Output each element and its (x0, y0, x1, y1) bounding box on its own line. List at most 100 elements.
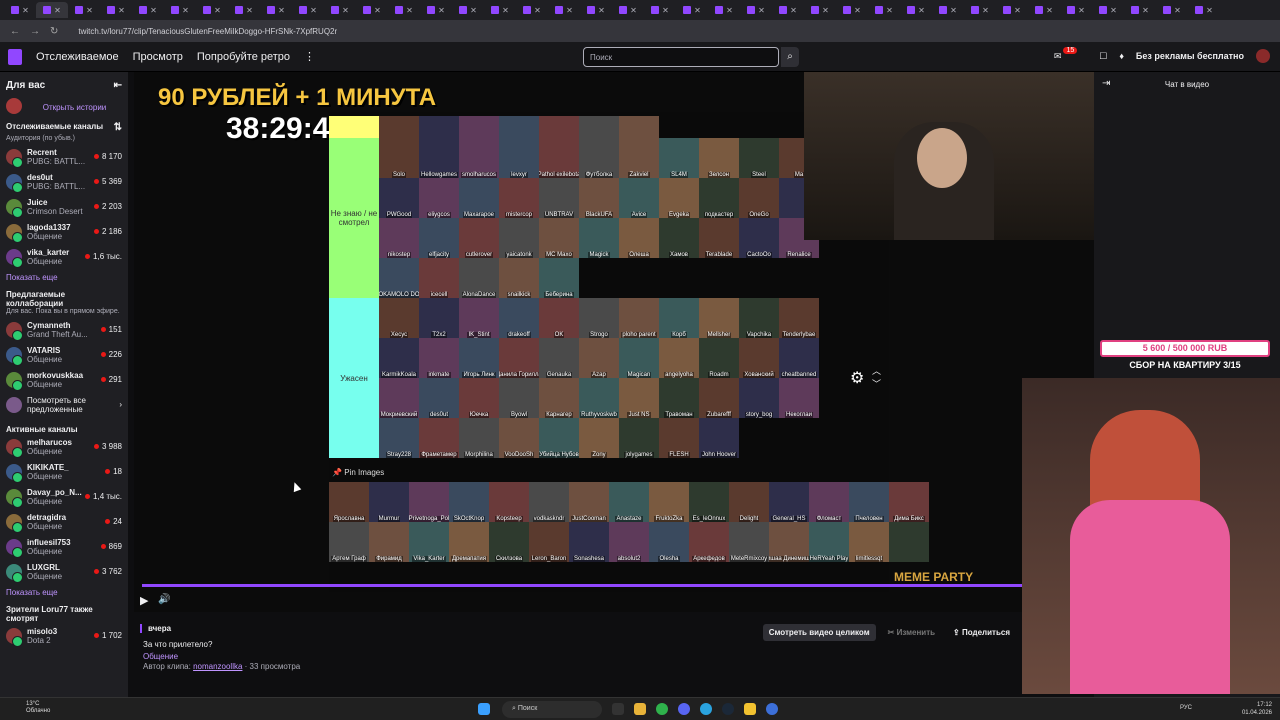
close-tab-icon[interactable]: ✕ (470, 6, 477, 15)
close-tab-icon[interactable]: ✕ (86, 6, 93, 15)
close-tab-icon[interactable]: ✕ (1174, 6, 1181, 15)
sidebar-channel-item[interactable]: detragidra Общение 24 (0, 509, 128, 534)
sidebar-channel-item[interactable]: influesil753 Общение 869 (0, 534, 128, 559)
browser-tab[interactable]: ✕ (260, 2, 292, 18)
browser-tab[interactable]: ✕ (932, 2, 964, 18)
whispers-icon[interactable]: ☐ (1099, 51, 1107, 62)
discord-icon[interactable] (678, 703, 690, 715)
close-tab-icon[interactable]: ✕ (982, 6, 989, 15)
video-player[interactable]: 90 РУБЛЕЙ + 1 МИНУТА 38:29:42 RAMZESБрав… (134, 72, 1094, 612)
more-menu-icon[interactable]: ⋮ (304, 50, 315, 63)
browser-tab[interactable]: ✕ (292, 2, 324, 18)
close-tab-icon[interactable]: ✕ (246, 6, 253, 15)
folder-icon[interactable] (634, 703, 646, 715)
close-tab-icon[interactable]: ✕ (1206, 6, 1213, 15)
close-tab-icon[interactable]: ✕ (790, 6, 797, 15)
sidebar-channel-item[interactable]: LUXGRL Общение 3 762 (0, 559, 128, 584)
steam-icon[interactable] (722, 703, 734, 715)
sidebar-channel-item[interactable]: misolo3 Dota 2 1 702 (0, 623, 128, 648)
close-tab-icon[interactable]: ✕ (278, 6, 285, 15)
close-tab-icon[interactable]: ✕ (1110, 6, 1117, 15)
nav-following[interactable]: Отслеживаемое (36, 51, 119, 63)
sidebar-channel-item[interactable]: Cymanneth Grand Theft Au... 151 (0, 317, 128, 342)
sort-icon[interactable]: ⇅ (114, 122, 122, 133)
browser-tab[interactable]: ✕ (324, 2, 356, 18)
browser-tab[interactable]: ✕ (868, 2, 900, 18)
browser-tab[interactable]: ✕ (36, 2, 68, 18)
back-icon[interactable]: ← (10, 26, 20, 37)
chevron-down-icon[interactable]: ﹀ (872, 377, 881, 390)
close-tab-icon[interactable]: ✕ (502, 6, 509, 15)
browser-tab[interactable]: ✕ (612, 2, 644, 18)
close-tab-icon[interactable]: ✕ (662, 6, 669, 15)
browser-tab[interactable]: ✕ (452, 2, 484, 18)
weather-widget[interactable]: 13°C Облачно (26, 701, 50, 715)
close-tab-icon[interactable]: ✕ (854, 6, 861, 15)
forward-icon[interactable]: → (30, 26, 40, 37)
search-button[interactable]: ⌕ (781, 47, 799, 67)
sidebar-channel-item[interactable]: des0ut PUBG: BATTL... 5 369 (0, 169, 128, 194)
watch-full-video-button[interactable]: Смотреть видео целиком (762, 624, 876, 641)
browser-tab[interactable]: ✕ (900, 2, 932, 18)
browser-tab[interactable]: ✕ (772, 2, 804, 18)
browser-tab[interactable]: ✕ (228, 2, 260, 18)
browser-tab[interactable]: ✕ (804, 2, 836, 18)
browser-tab[interactable]: ✕ (484, 2, 516, 18)
clip-category[interactable]: Общение (143, 652, 178, 661)
collapse-chat-icon[interactable]: ⇥ (1102, 78, 1110, 89)
browser-tab[interactable]: ✕ (1156, 2, 1188, 18)
browser-tab[interactable]: ✕ (132, 2, 164, 18)
messenger-icon[interactable] (766, 703, 778, 715)
browser-tab[interactable]: ✕ (1188, 2, 1220, 18)
close-tab-icon[interactable]: ✕ (726, 6, 733, 15)
search-input[interactable]: Поиск (583, 47, 779, 67)
browser-tab[interactable]: ✕ (1092, 2, 1124, 18)
open-history-link[interactable]: Открыть истории (43, 103, 107, 112)
nav-try-retro[interactable]: Попробуйте ретро (197, 51, 290, 63)
browser-tab[interactable]: ✕ (516, 2, 548, 18)
chevron-up-icon[interactable]: ︿ (872, 364, 881, 377)
gear-icon[interactable]: ⚙ (850, 368, 864, 388)
close-tab-icon[interactable]: ✕ (22, 6, 29, 15)
close-tab-icon[interactable]: ✕ (54, 6, 61, 15)
browser-tab[interactable]: ✕ (580, 2, 612, 18)
close-tab-icon[interactable]: ✕ (1014, 6, 1021, 15)
close-tab-icon[interactable]: ✕ (630, 6, 637, 15)
language-indicator[interactable]: РУС (1180, 705, 1192, 711)
see-all-suggested[interactable]: Посмотреть все предложенные › (0, 392, 128, 417)
browser-tab[interactable]: ✕ (4, 2, 36, 18)
close-tab-icon[interactable]: ✕ (758, 6, 765, 15)
show-more-link-2[interactable]: Показать еще (0, 584, 128, 601)
telegram-icon[interactable] (700, 703, 712, 715)
browser-tab[interactable]: ✕ (196, 2, 228, 18)
browser-tab[interactable]: ✕ (676, 2, 708, 18)
crown-icon[interactable]: ♦ (1119, 51, 1124, 61)
browser-tab[interactable]: ✕ (420, 2, 452, 18)
close-tab-icon[interactable]: ✕ (1078, 6, 1085, 15)
browser-tab[interactable]: ✕ (1060, 2, 1092, 18)
browser-tab[interactable]: ✕ (100, 2, 132, 18)
browser-tab[interactable]: ✕ (708, 2, 740, 18)
browser-tab[interactable]: ✕ (740, 2, 772, 18)
browser-tab[interactable]: ✕ (164, 2, 196, 18)
no-ads-button[interactable]: Без рекламы бесплатно (1136, 51, 1244, 61)
windows-start-icon[interactable] (478, 703, 490, 715)
browser-tab[interactable]: ✕ (996, 2, 1028, 18)
volume-icon[interactable]: 🔊 (158, 594, 170, 605)
close-tab-icon[interactable]: ✕ (694, 6, 701, 15)
close-tab-icon[interactable]: ✕ (150, 6, 157, 15)
sidebar-channel-item[interactable]: lagoda1337 Общение 2 186 (0, 219, 128, 244)
close-tab-icon[interactable]: ✕ (534, 6, 541, 15)
file-explorer-icon[interactable] (612, 703, 624, 715)
close-tab-icon[interactable]: ✕ (406, 6, 413, 15)
browser-icon[interactable] (656, 703, 668, 715)
sidebar-channel-item[interactable]: morkovuskkaa Общение 291 (0, 367, 128, 392)
close-tab-icon[interactable]: ✕ (118, 6, 125, 15)
reload-icon[interactable]: ↻ (50, 26, 58, 37)
browser-tab[interactable]: ✕ (964, 2, 996, 18)
browser-tab[interactable]: ✕ (68, 2, 100, 18)
close-tab-icon[interactable]: ✕ (342, 6, 349, 15)
close-tab-icon[interactable]: ✕ (214, 6, 221, 15)
sidebar-channel-item[interactable]: vika_karter Общение 1,6 тыс. (0, 244, 128, 269)
collapse-sidebar-icon[interactable]: ⇤ (114, 80, 122, 91)
